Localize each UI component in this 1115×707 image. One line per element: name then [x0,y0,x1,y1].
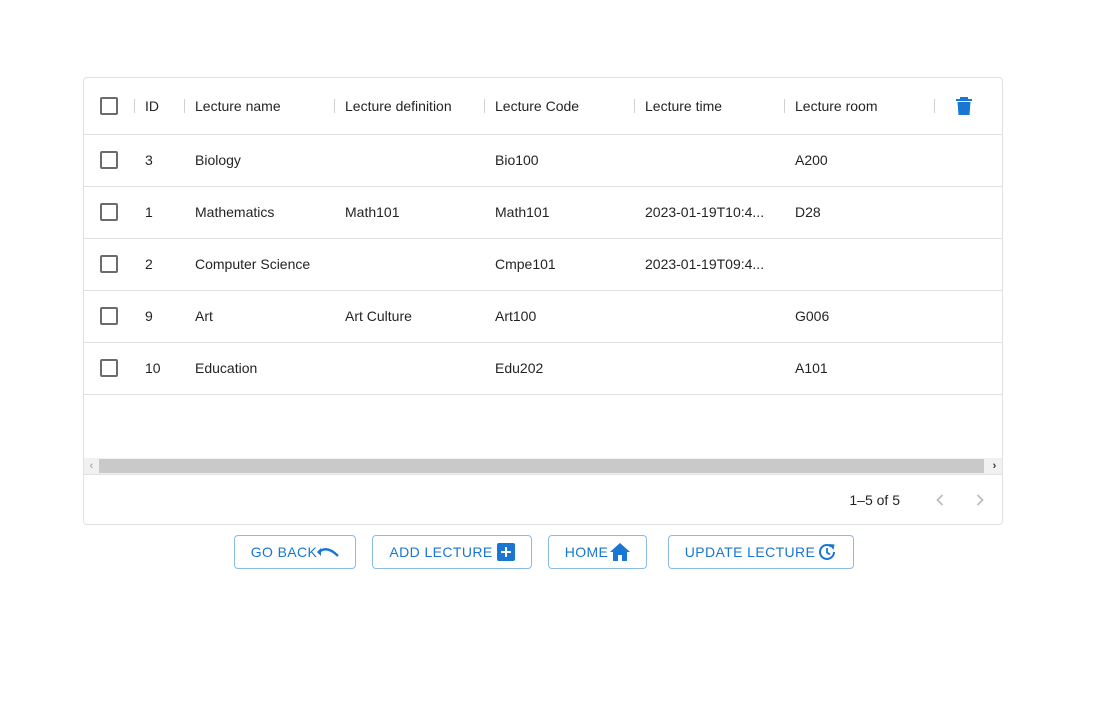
column-header-lecture-room[interactable]: Lecture room [795,78,877,134]
home-label: HOME [564,544,609,560]
cell-lecture-code: Bio100 [495,152,539,168]
go-back-label: GO BACK [250,544,318,560]
cell-lecture-time [645,135,773,186]
cell-id: 9 [145,308,153,324]
update-lecture-button[interactable]: UPDATE LECTURE [668,535,854,569]
cell-lecture-room: A101 [795,360,828,376]
row-checkbox[interactable] [100,307,118,325]
cell-lecture-definition [345,239,485,290]
table-row[interactable]: 2 Computer Science Cmpe101 2023-01-19T09… [84,239,1002,291]
cell-lecture-name: Computer Science [195,256,311,272]
cell-lecture-definition [345,135,485,186]
column-separator[interactable] [134,99,135,113]
cell-lecture-code: Math101 [495,204,550,220]
cell-lecture-room: A200 [795,152,828,168]
lecture-data-grid: ID Lecture name Lecture definition Lectu… [83,77,1003,525]
cell-lecture-definition [345,343,485,394]
cell-lecture-room [795,239,935,290]
chevron-right-icon [976,494,984,506]
next-page-button[interactable] [968,488,992,512]
column-separator[interactable] [934,99,935,113]
cell-lecture-name: Education [195,360,258,376]
cell-lecture-name: Art [195,308,213,324]
column-separator[interactable] [484,99,485,113]
cell-lecture-name: Mathematics [195,204,275,220]
cell-lecture-time: 2023-01-19T09:4... [645,256,765,272]
cell-lecture-code: Art100 [495,308,537,324]
home-button[interactable]: HOME [548,535,647,569]
cell-id: 2 [145,256,153,272]
cell-lecture-time [645,291,773,342]
column-header-lecture-time[interactable]: Lecture time [645,78,722,134]
column-header-id[interactable]: ID [145,78,159,134]
row-checkbox[interactable] [100,151,118,169]
column-header-lecture-definition[interactable]: Lecture definition [345,78,452,134]
select-all-checkbox[interactable] [100,97,118,115]
row-checkbox[interactable] [100,255,118,273]
scrollbar-thumb[interactable] [99,459,984,473]
horizontal-scrollbar[interactable]: ‹ › [84,458,1002,474]
column-header-lecture-code[interactable]: Lecture Code [495,78,579,134]
column-header-lecture-name[interactable]: Lecture name [195,78,281,134]
home-icon [610,543,631,561]
cell-lecture-time: 2023-01-19T10:4... [645,204,765,220]
table-row[interactable]: 9 Art Art Culture Art100 G006 [84,291,1002,343]
update-icon [817,542,837,562]
grid-footer: 1–5 of 5 [84,474,1002,524]
scroll-left-arrow[interactable]: ‹ [84,458,99,474]
update-lecture-label: UPDATE LECTURE [684,544,816,560]
cell-lecture-name: Biology [195,152,241,168]
pagination-info: 1–5 of 5 [849,492,900,508]
cell-lecture-code: Cmpe101 [495,256,556,272]
cell-lecture-time [645,343,773,394]
row-checkbox[interactable] [100,203,118,221]
previous-page-button[interactable] [928,488,952,512]
column-separator[interactable] [634,99,635,113]
table-row[interactable]: 1 Mathematics Math101 Math101 2023-01-19… [84,187,1002,239]
row-checkbox[interactable] [100,359,118,377]
cell-lecture-definition: Art Culture [345,308,412,324]
cell-id: 10 [145,360,161,376]
undo-icon [317,544,340,560]
table-row[interactable]: 10 Education Edu202 A101 [84,343,1002,395]
column-separator[interactable] [334,99,335,113]
column-separator[interactable] [184,99,185,113]
cell-lecture-definition: Math101 [345,204,400,220]
cell-lecture-room: G006 [795,308,830,324]
add-lecture-label: ADD LECTURE [389,544,493,560]
cell-lecture-code: Edu202 [495,360,544,376]
chevron-left-icon [936,494,944,506]
column-separator[interactable] [784,99,785,113]
add-box-icon [496,543,515,561]
grid-header: ID Lecture name Lecture definition Lectu… [84,78,1002,135]
table-row[interactable]: 3 Biology Bio100 A200 [84,135,1002,187]
cell-id: 1 [145,204,153,220]
cell-id: 3 [145,152,153,168]
cell-lecture-room: D28 [795,204,821,220]
add-lecture-button[interactable]: ADD LECTURE [372,535,532,569]
scroll-right-arrow[interactable]: › [987,458,1002,474]
trash-icon[interactable] [956,97,972,115]
go-back-button[interactable]: GO BACK [234,535,356,569]
